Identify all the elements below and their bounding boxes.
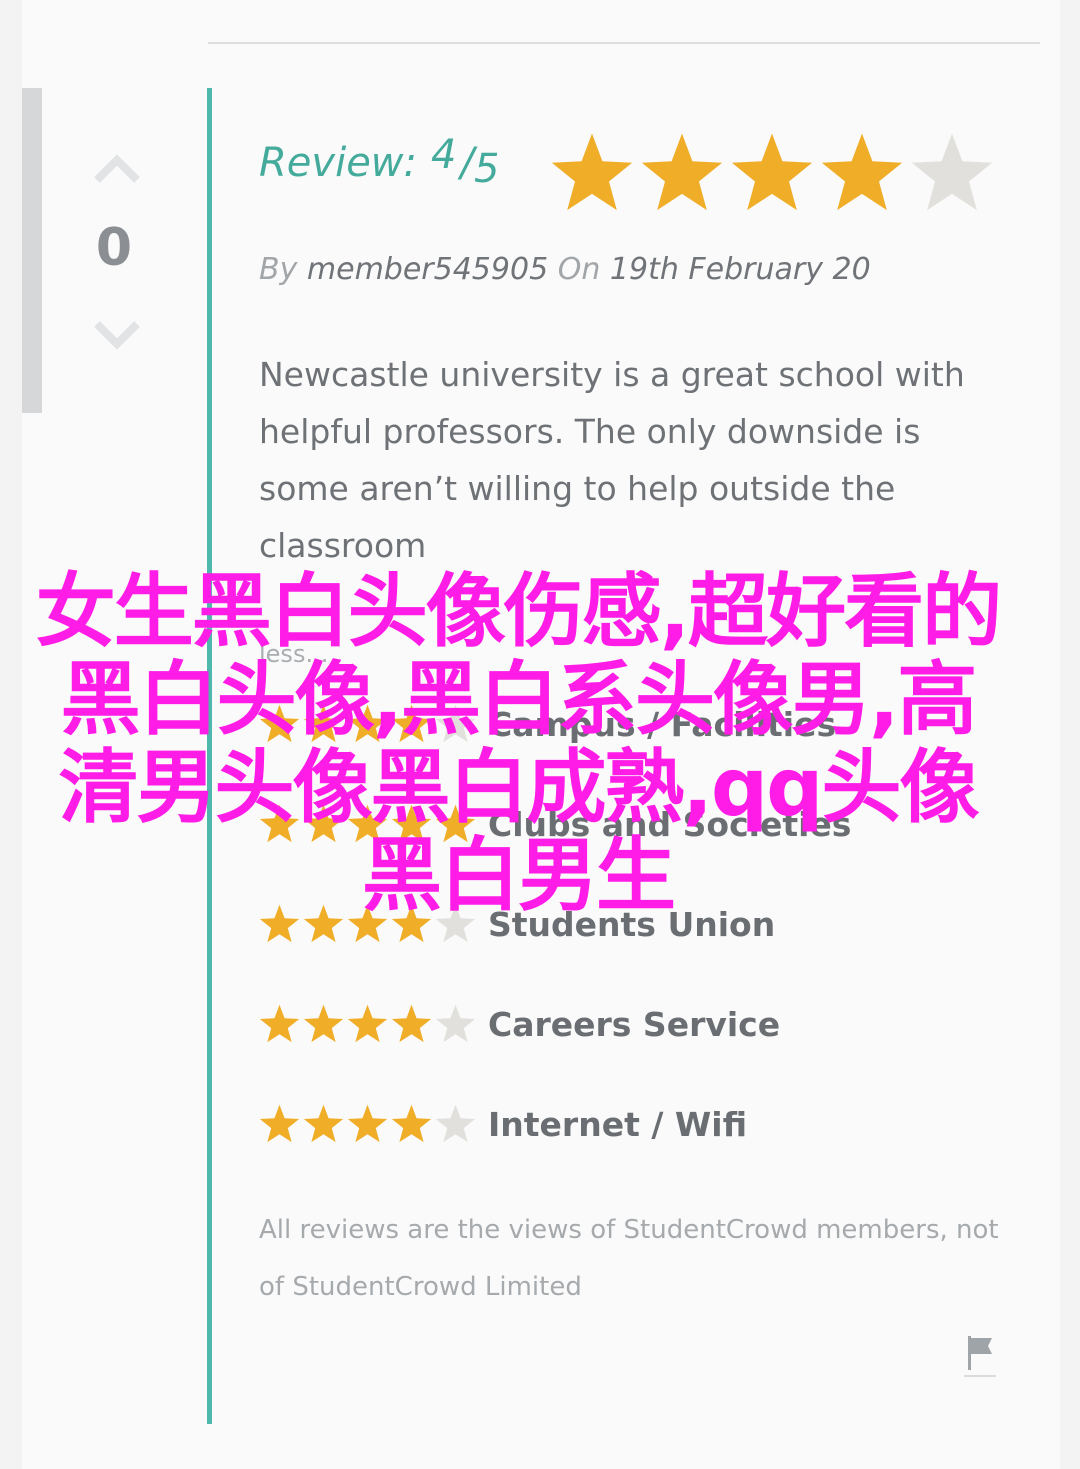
byline: By member545905 On 19th February 20 xyxy=(259,252,871,287)
rating-stars xyxy=(258,1103,478,1146)
byline-date: 19th February 20 xyxy=(609,252,871,287)
review-score: 4 xyxy=(431,132,457,178)
upvote-chevron-icon[interactable] xyxy=(92,152,142,186)
star-filled-icon xyxy=(391,1104,432,1143)
star-filled-icon xyxy=(347,1004,388,1043)
star-empty-icon xyxy=(911,133,993,211)
star-filled-icon xyxy=(821,133,903,211)
review-separator: / xyxy=(460,140,474,186)
divider xyxy=(208,42,1040,44)
rating-label: Internet / Wifi xyxy=(488,1105,748,1144)
rating-label: Careers Service xyxy=(488,1005,781,1044)
star-empty-icon xyxy=(435,1004,476,1043)
overlay-caption: 女生黑白头像伤感,超好看的黑白头像,黑白系头像男,高清男头像黑白成熟,qq头像黑… xyxy=(35,565,1002,922)
vote-sidebar xyxy=(22,88,42,413)
star-filled-icon xyxy=(641,133,723,211)
rating-row-careers: Careers Service xyxy=(258,1003,780,1053)
star-filled-icon xyxy=(259,1104,300,1143)
review-label: Review: xyxy=(259,140,417,186)
review-score-title: Review: 4/5 xyxy=(259,132,499,192)
review-star-rating xyxy=(548,130,998,218)
review-body: Newcastle university is a great school w… xyxy=(259,355,965,565)
star-filled-icon xyxy=(391,1004,432,1043)
star-empty-icon xyxy=(435,1104,476,1143)
star-filled-icon xyxy=(731,133,813,211)
vote-count: 0 xyxy=(95,218,133,278)
star-filled-icon xyxy=(259,1004,300,1043)
rating-row-internet: Internet / Wifi xyxy=(258,1103,747,1153)
star-filled-icon xyxy=(303,1004,344,1043)
star-filled-icon xyxy=(347,1104,388,1143)
byline-on: On xyxy=(557,252,601,287)
star-filled-icon xyxy=(551,133,633,211)
rating-stars xyxy=(258,1003,478,1046)
review-max: 5 xyxy=(473,146,500,192)
downvote-chevron-icon[interactable] xyxy=(92,318,142,352)
disclaimer: All reviews are the views of StudentCrow… xyxy=(259,1215,999,1302)
byline-member[interactable]: member545905 xyxy=(307,252,548,287)
star-filled-icon xyxy=(303,1104,344,1143)
report-flag-icon[interactable] xyxy=(964,1334,996,1380)
byline-by: By xyxy=(259,252,298,287)
